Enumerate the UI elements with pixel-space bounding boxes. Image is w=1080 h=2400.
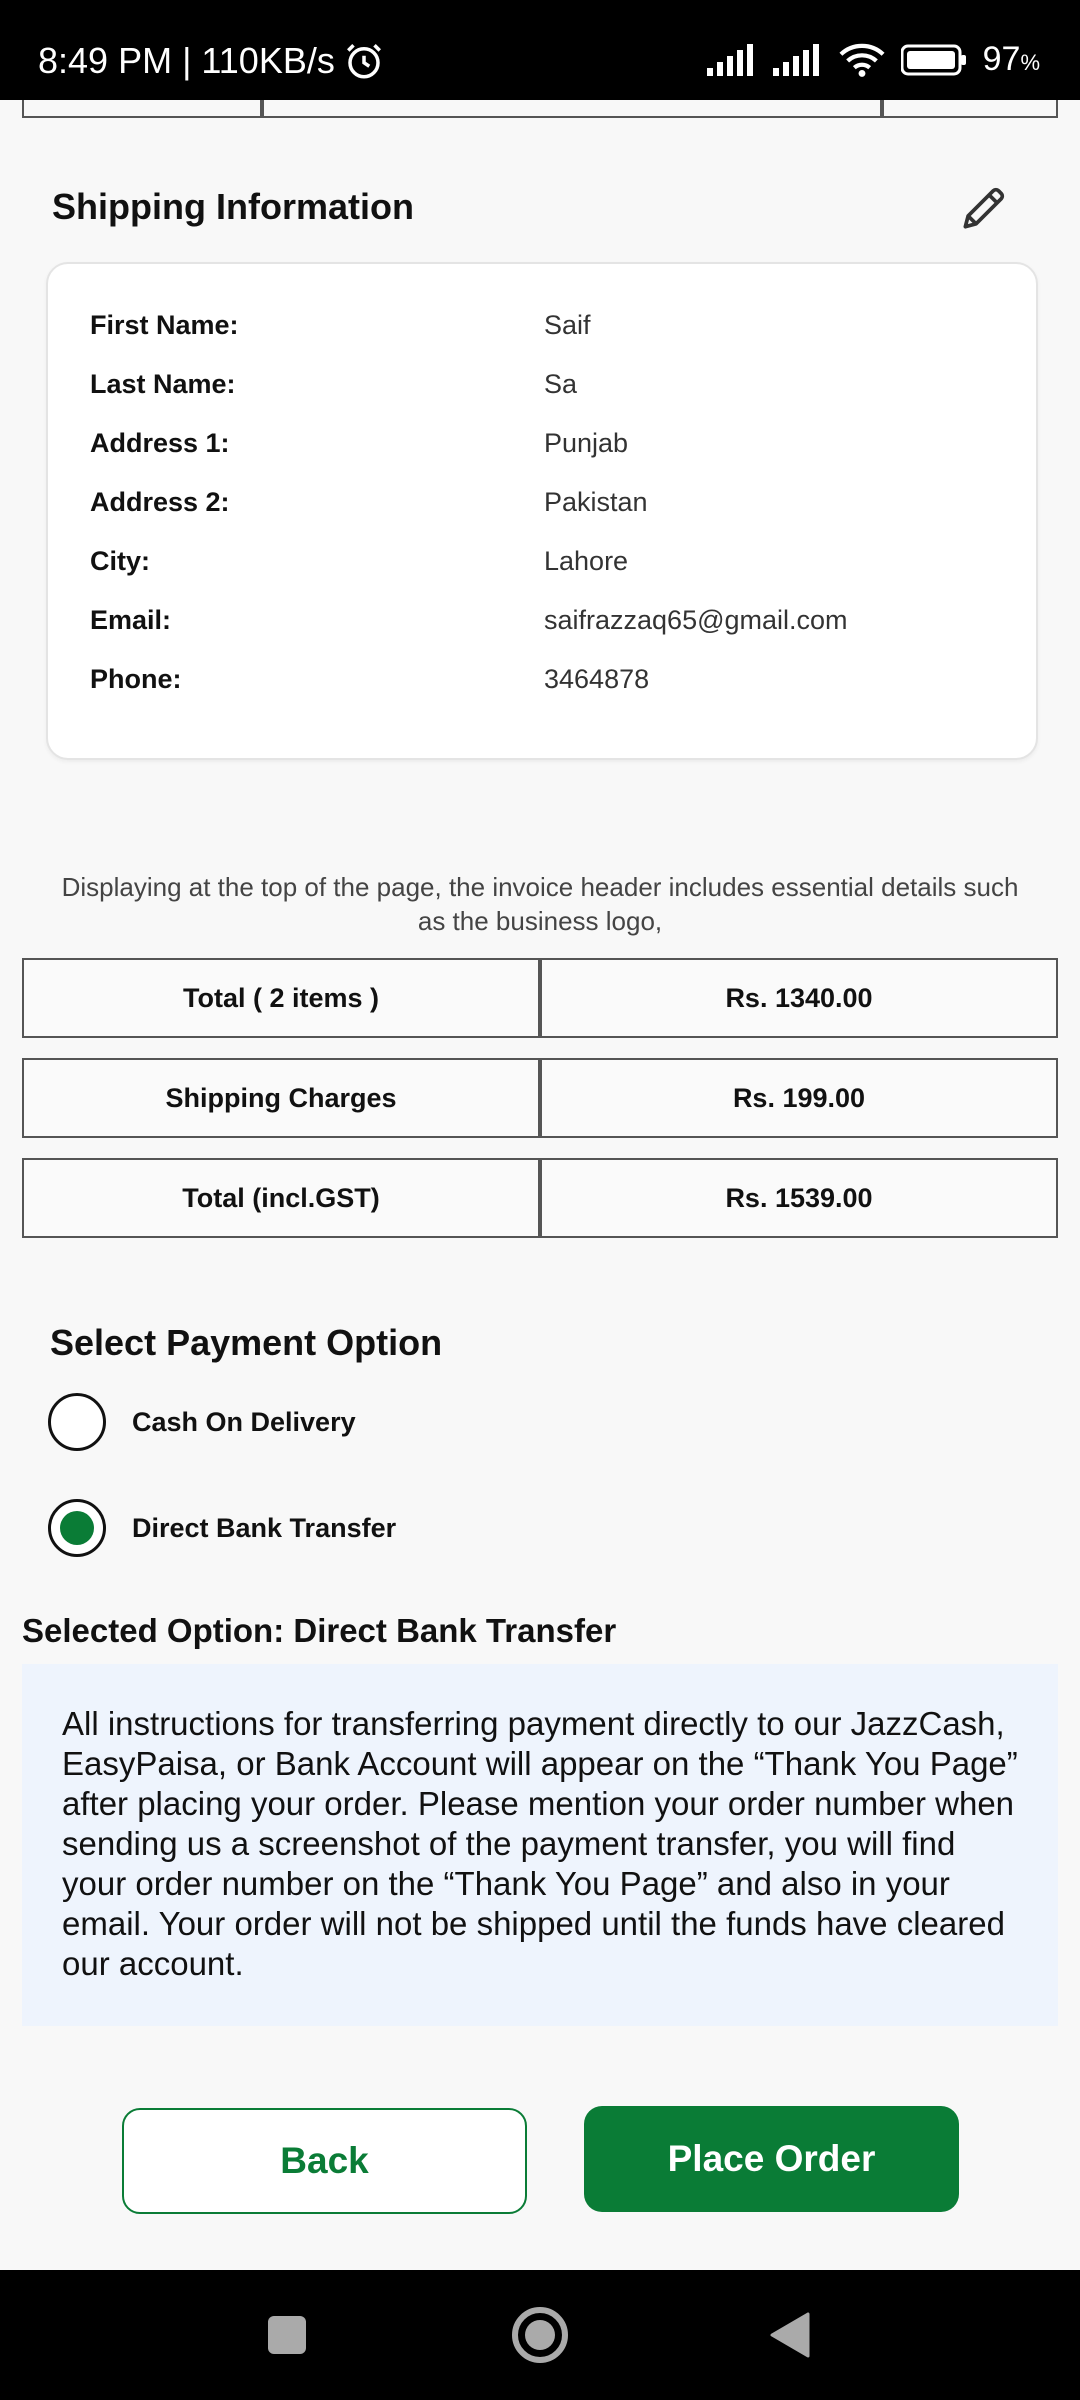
ship-row-city: City: Lahore: [90, 546, 990, 586]
remnant-cell-1: [22, 100, 262, 118]
ship-row-phone: Phone: 3464878: [90, 664, 990, 704]
invoice-note: Displaying at the top of the page, the i…: [61, 872, 1019, 936]
ship-row-email: Email: saifrazzaq65@gmail.com: [90, 605, 990, 645]
ship-value: Pakistan: [544, 487, 648, 517]
place-order-button[interactable]: Place Order: [584, 2106, 959, 2212]
payment-option-bank-transfer[interactable]: Direct Bank Transfer: [48, 1498, 396, 1558]
alarm-icon: [346, 44, 381, 79]
selected-option-label: Selected Option: Direct Bank Transfer: [22, 1612, 617, 1649]
back-button[interactable]: Back: [122, 2108, 527, 2214]
status-bar: 8:49 PM | 110KB/s 97%: [0, 0, 1080, 100]
remnant-cell-3: [882, 100, 1058, 118]
ship-value: Sa: [544, 369, 578, 399]
ship-value: Lahore: [544, 546, 629, 576]
ship-label: City:: [90, 546, 150, 576]
navigation-bar: [0, 2270, 1080, 2400]
summary-label: Total (incl.GST): [22, 1158, 540, 1238]
radio-button[interactable]: [48, 1393, 106, 1451]
radio-dot: [60, 1511, 94, 1545]
summary-row-shipping: Shipping Charges Rs. 199.00: [22, 1058, 1058, 1138]
summary-row-total: Total ( 2 items ) Rs. 1340.00: [22, 958, 1058, 1038]
radio-button-selected[interactable]: [48, 1499, 106, 1557]
payment-option-label[interactable]: Direct Bank Transfer: [132, 1513, 396, 1544]
ship-row-address-2: Address 2: Pakistan: [90, 487, 990, 527]
payment-option-cod[interactable]: Cash On Delivery: [48, 1392, 356, 1452]
wifi-icon: [839, 43, 885, 77]
ship-value: 3464878: [544, 664, 650, 694]
ship-row-last-name: Last Name: Sa: [90, 369, 990, 409]
shipping-title: Shipping Information: [52, 186, 414, 227]
summary-value: Rs. 199.00: [540, 1058, 1058, 1138]
shipping-card: First Name: Saif Last Name: Sa Address 1…: [46, 262, 1038, 760]
signal-icon: [706, 43, 753, 76]
status-time: 8:49 PM | 110KB/s: [38, 40, 335, 81]
battery-icon: [900, 44, 966, 75]
ship-label: Address 2:: [90, 487, 230, 517]
ship-label: Last Name:: [90, 369, 236, 399]
edit-pencil-icon[interactable]: [956, 180, 1012, 236]
ship-label: Address 1:: [90, 428, 230, 458]
ship-value: Punjab: [544, 428, 629, 458]
top-table-remnant: [0, 100, 1080, 120]
home-icon[interactable]: [505, 2300, 575, 2370]
ship-label: First Name:: [90, 310, 239, 340]
ship-value: saifrazzaq65@gmail.com: [544, 605, 848, 635]
summary-row-grand-total: Total (incl.GST) Rs. 1539.00: [22, 1158, 1058, 1238]
status-left: 8:49 PM | 110KB/s: [38, 40, 385, 82]
summary-value: Rs. 1539.00: [540, 1158, 1058, 1238]
ship-value: Saif: [544, 310, 591, 340]
ship-row-first-name: First Name: Saif: [90, 310, 990, 350]
payment-title: Select Payment Option: [50, 1322, 443, 1363]
payment-option-label[interactable]: Cash On Delivery: [132, 1407, 356, 1438]
payment-instructions: All instructions for transferring paymen…: [22, 1664, 1058, 2026]
remnant-cell-2: [262, 100, 882, 118]
battery-value: 97: [982, 40, 1021, 78]
status-right: 97%: [706, 40, 1040, 79]
summary-value: Rs. 1340.00: [540, 958, 1058, 1038]
summary-label: Shipping Charges: [22, 1058, 540, 1138]
ship-label: Phone:: [90, 664, 182, 694]
battery-level: 97%: [983, 40, 1040, 79]
summary-label: Total ( 2 items ): [22, 958, 540, 1038]
recent-apps-icon[interactable]: [252, 2300, 322, 2370]
payment-instructions-text: All instructions for transferring paymen…: [62, 1705, 1018, 1982]
signal-icon-2: [772, 43, 819, 76]
battery-unit: %: [1020, 50, 1040, 75]
back-nav-icon[interactable]: [756, 2300, 826, 2370]
ship-label: Email:: [90, 605, 172, 635]
ship-row-address-1: Address 1: Punjab: [90, 428, 990, 468]
